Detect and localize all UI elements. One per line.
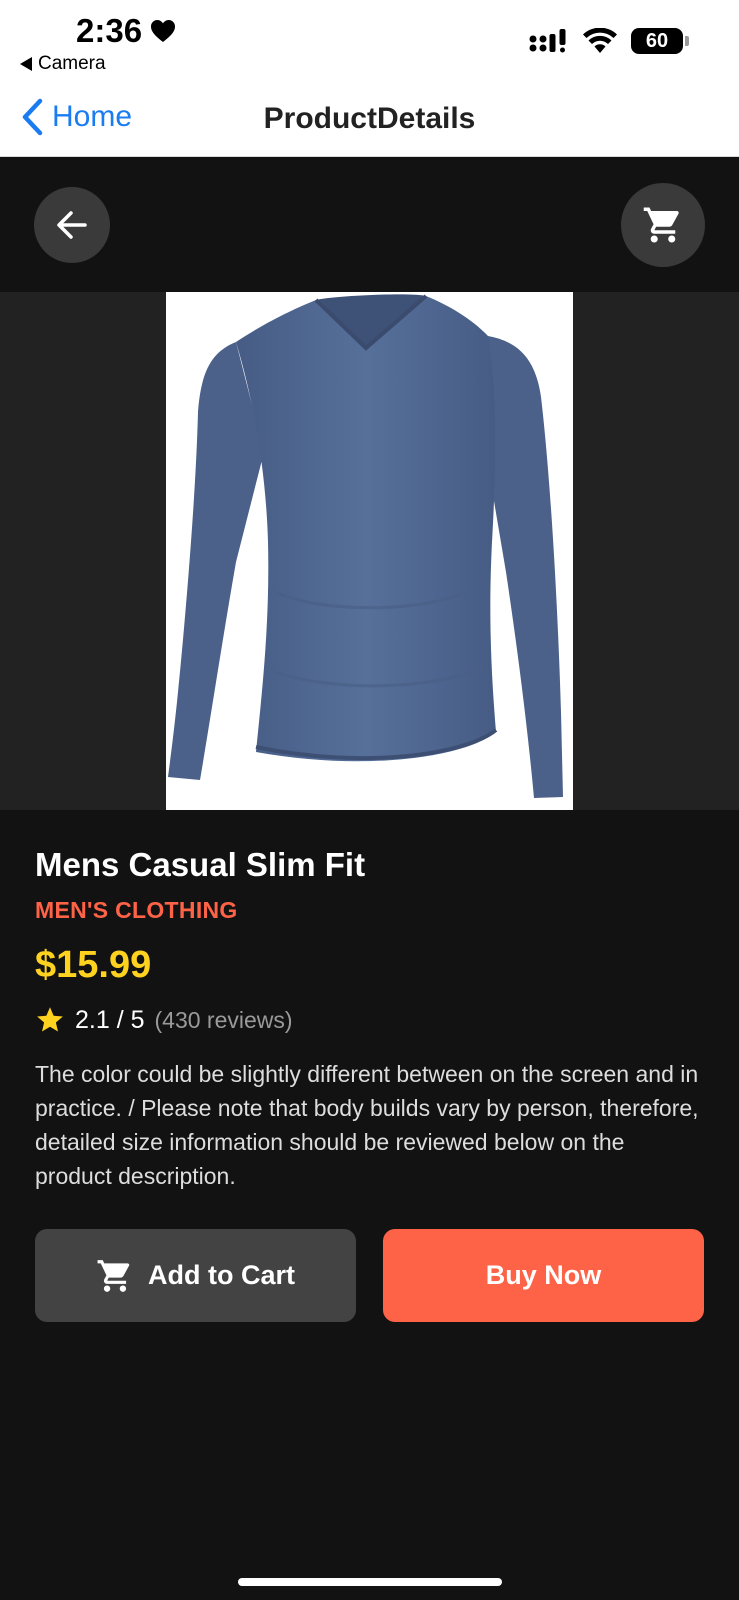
product-description: The color could be slightly different be…	[35, 1061, 699, 1189]
cart-button[interactable]	[621, 183, 705, 267]
battery-level: 60	[645, 29, 669, 52]
product-category: MEN'S CLOTHING	[35, 897, 238, 923]
wifi-icon	[583, 28, 617, 53]
battery-icon: 60	[631, 28, 689, 54]
product-image-area	[0, 292, 739, 810]
back-to-app-label: Camera	[38, 53, 106, 74]
buy-now-button[interactable]: Buy Now	[383, 1229, 704, 1322]
status-indicators: 60	[529, 28, 689, 54]
star-icon	[37, 1007, 63, 1032]
status-bar: 2:36 Camera 60	[0, 0, 739, 80]
signal-icon	[529, 29, 566, 53]
review-count: (430 reviews)	[154, 1006, 293, 1033]
product-image	[166, 292, 573, 810]
rating-value: 2.1 / 5	[75, 1005, 145, 1034]
add-to-cart-button[interactable]: Add to Cart	[35, 1229, 356, 1322]
nav-header: Home ProductDetails	[0, 80, 739, 157]
shirt-image	[168, 294, 563, 798]
product-top-bar	[0, 157, 739, 292]
status-time: 2:36	[76, 12, 143, 49]
buy-now-label: Buy Now	[485, 1260, 602, 1290]
cart-icon	[643, 207, 679, 243]
cart-icon	[97, 1259, 130, 1292]
status-time-group: 2:36	[76, 12, 176, 50]
arrow-left-icon	[57, 211, 87, 239]
back-button[interactable]	[34, 187, 110, 263]
product-title: Mens Casual Slim Fit	[35, 846, 366, 883]
heart-icon	[151, 20, 176, 42]
back-triangle-icon	[20, 57, 32, 71]
page-title: ProductDetails	[263, 102, 476, 135]
back-to-app-link[interactable]: Camera	[20, 53, 106, 75]
product-price: $15.99	[35, 944, 152, 986]
home-indicator	[238, 1578, 502, 1586]
rating-row: 2.1 / 5 (430 reviews)	[35, 1005, 293, 1035]
add-to-cart-label: Add to Cart	[148, 1260, 295, 1290]
